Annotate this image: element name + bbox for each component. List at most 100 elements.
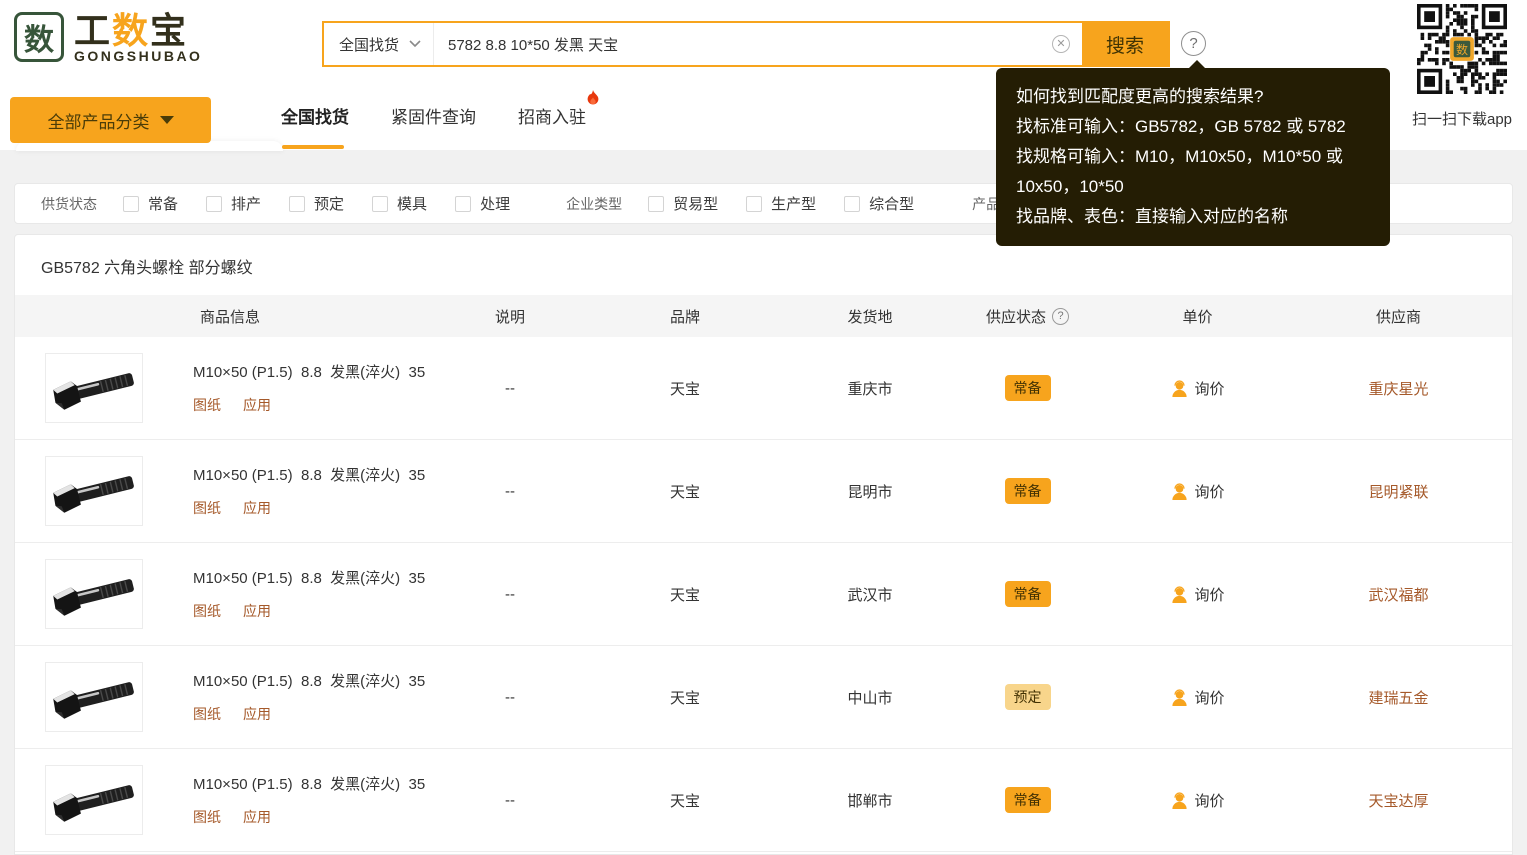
product-spec[interactable]: M10×50 (P1.5) 8.8 发黑(淬火) 35: [193, 773, 425, 794]
tab-merchant-join[interactable]: 招商入驻: [518, 90, 599, 146]
tooltip-line: 找标准可输入：GB5782，GB 5782 或 5782: [1016, 117, 1346, 136]
search-input[interactable]: [434, 23, 1052, 65]
product-spec[interactable]: M10×50 (P1.5) 8.8 发黑(淬火) 35: [193, 464, 425, 485]
brand-name-en: GONGSHUBAO: [74, 48, 203, 64]
product-links: 图纸 应用: [193, 601, 425, 621]
filter-option[interactable]: 生产型: [746, 193, 816, 214]
brand-logo[interactable]: 数 工数宝 GONGSHUBAO: [14, 12, 202, 64]
product-cell: M10×50 (P1.5) 8.8 发黑(淬火) 35 图纸 应用: [15, 456, 445, 526]
filter-option-label: 处理: [480, 196, 511, 213]
product-text: M10×50 (P1.5) 8.8 发黑(淬火) 35 图纸 应用: [193, 773, 425, 827]
caret-down-icon: [159, 116, 174, 124]
checkbox[interactable]: [844, 195, 861, 212]
col-unit-price: 单价: [1182, 308, 1213, 326]
bolt-product-image[interactable]: [45, 353, 143, 423]
filter-option-label: 综合型: [869, 196, 915, 213]
filter-option[interactable]: 模具: [372, 193, 427, 214]
table-row: M10×50 (P1.5) 8.8 发黑(淬火) 35 图纸 应用 -- 天宝 …: [15, 337, 1512, 440]
col-supply-status: 供应状态 ?: [945, 306, 1110, 327]
qr-caption: 扫一扫下载app: [1411, 111, 1513, 128]
filter-option[interactable]: 综合型: [844, 193, 914, 214]
application-link[interactable]: 应用: [243, 498, 271, 518]
filter-option[interactable]: 预定: [289, 193, 344, 214]
checkbox[interactable]: [289, 195, 306, 212]
price-cell[interactable]: 询价: [1110, 481, 1285, 502]
table-body: M10×50 (P1.5) 8.8 发黑(淬火) 35 图纸 应用 -- 天宝 …: [15, 337, 1512, 852]
tooltip-arrow: [1188, 60, 1206, 69]
inquiry-label: 询价: [1194, 380, 1225, 398]
origin-city-cell: 重庆市: [847, 380, 893, 398]
filter-option[interactable]: 处理: [455, 193, 510, 214]
app-download-qr: 数 扫一扫下载app: [1410, 4, 1514, 129]
bolt-product-image[interactable]: [45, 456, 143, 526]
table-header: 商品信息 说明 品牌 发货地 供应状态 ? 单价 供应商: [15, 295, 1512, 337]
checkbox[interactable]: [455, 195, 472, 212]
filter-option-label: 常备: [148, 196, 179, 213]
application-link[interactable]: 应用: [243, 601, 271, 621]
col-supplier: 供应商: [1375, 308, 1421, 326]
bolt-icon: [53, 579, 134, 616]
product-links: 图纸 应用: [193, 704, 425, 724]
brand-logo-text: 工数宝 GONGSHUBAO: [74, 10, 203, 65]
supply-options: 常备 排产 预定 模具 处理: [123, 193, 510, 214]
price-cell[interactable]: 询价: [1110, 378, 1285, 399]
product-spec[interactable]: M10×50 (P1.5) 8.8 发黑(淬火) 35: [193, 361, 425, 382]
drawing-link[interactable]: 图纸: [193, 498, 221, 518]
supplier-link[interactable]: 天宝达厚: [1285, 790, 1512, 811]
agent-icon: [1172, 688, 1188, 706]
supplier-link[interactable]: 建瑞五金: [1285, 687, 1512, 708]
product-spec[interactable]: M10×50 (P1.5) 8.8 发黑(淬火) 35: [193, 670, 425, 691]
drawing-link[interactable]: 图纸: [193, 601, 221, 621]
checkbox[interactable]: [206, 195, 223, 212]
tab-fastener-query[interactable]: 紧固件查询: [391, 103, 476, 146]
product-text: M10×50 (P1.5) 8.8 发黑(淬火) 35 图纸 应用: [193, 361, 425, 415]
col-origin: 发货地: [847, 308, 893, 326]
checkbox[interactable]: [372, 195, 389, 212]
bolt-product-image[interactable]: [45, 765, 143, 835]
inquiry-label: 询价: [1194, 689, 1225, 707]
brand-logo-icon: 数: [14, 12, 64, 62]
status-cell: 常备: [945, 375, 1110, 401]
checkbox[interactable]: [648, 195, 665, 212]
origin-city-cell: 邯郸市: [847, 792, 893, 810]
note-cell: --: [505, 585, 515, 603]
checkbox[interactable]: [746, 195, 763, 212]
supplier-link[interactable]: 昆明紧联: [1285, 481, 1512, 502]
table-row: M10×50 (P1.5) 8.8 发黑(淬火) 35 图纸 应用 -- 天宝 …: [15, 440, 1512, 543]
application-link[interactable]: 应用: [243, 704, 271, 724]
search-scope-dropdown[interactable]: 全国找货: [324, 23, 434, 65]
supplier-link[interactable]: 重庆星光: [1285, 378, 1512, 399]
product-links: 图纸 应用: [193, 807, 425, 827]
drawing-link[interactable]: 图纸: [193, 704, 221, 724]
product-spec[interactable]: M10×50 (P1.5) 8.8 发黑(淬火) 35: [193, 567, 425, 588]
bolt-product-image[interactable]: [45, 559, 143, 629]
price-cell[interactable]: 询价: [1110, 790, 1285, 811]
origin-city-cell: 昆明市: [847, 483, 893, 501]
inquiry-label: 询价: [1194, 586, 1225, 604]
application-link[interactable]: 应用: [243, 807, 271, 827]
checkbox[interactable]: [123, 195, 139, 212]
clear-search-icon[interactable]: ✕: [1052, 35, 1070, 53]
supply-status-help-icon[interactable]: ?: [1052, 307, 1069, 325]
brand-name-cn: 工数宝: [74, 10, 189, 51]
all-categories-button[interactable]: 全部产品分类: [10, 97, 211, 143]
application-link[interactable]: 应用: [243, 395, 271, 415]
brand-cell: 天宝: [669, 689, 700, 707]
product-cell: M10×50 (P1.5) 8.8 发黑(淬火) 35 图纸 应用: [15, 559, 445, 629]
drawing-link[interactable]: 图纸: [193, 395, 221, 415]
price-cell[interactable]: 询价: [1110, 687, 1285, 708]
search-help-icon[interactable]: ?: [1181, 31, 1206, 56]
filter-option[interactable]: 常备: [123, 193, 178, 214]
drawing-link[interactable]: 图纸: [193, 807, 221, 827]
bolt-product-image[interactable]: [45, 662, 143, 732]
search-button[interactable]: 搜索: [1082, 23, 1168, 65]
filter-option[interactable]: 排产: [206, 193, 261, 214]
agent-icon: [1172, 791, 1188, 809]
filter-option[interactable]: 贸易型: [648, 193, 718, 214]
tab-national-sourcing[interactable]: 全国找货: [281, 103, 349, 149]
fire-icon: [587, 90, 599, 105]
svg-text:数: 数: [1456, 42, 1468, 57]
price-cell[interactable]: 询价: [1110, 584, 1285, 605]
supplier-link[interactable]: 武汉福都: [1285, 584, 1512, 605]
agent-icon: [1172, 482, 1188, 500]
